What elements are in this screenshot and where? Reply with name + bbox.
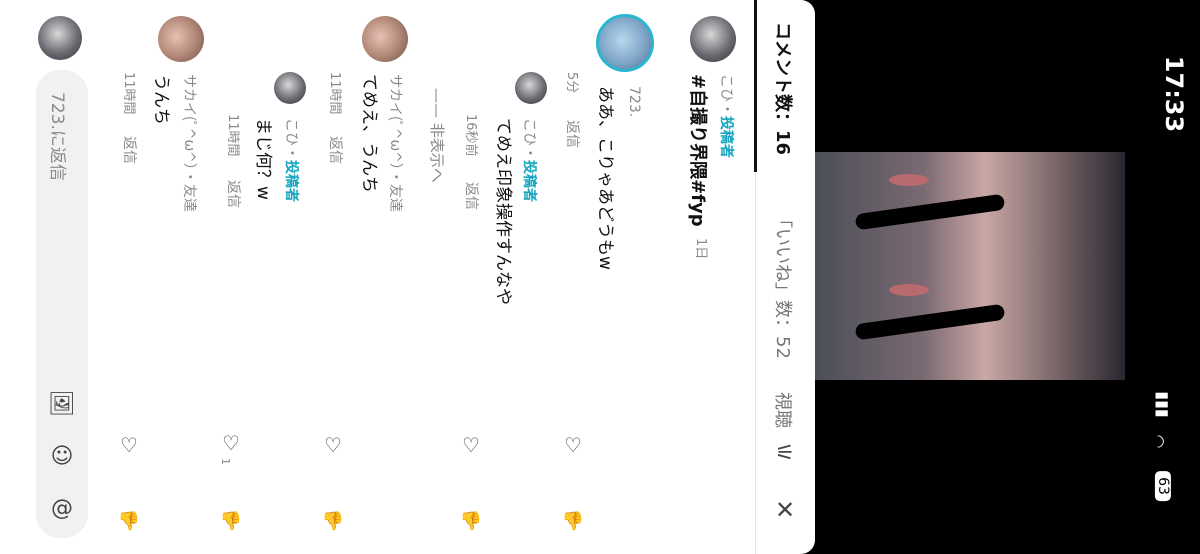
battery-indicator: 63 <box>1154 471 1171 501</box>
reply-time: 11時間 <box>225 114 240 157</box>
active-tab-indicator <box>754 0 757 172</box>
status-time: 17:33 <box>1160 55 1189 133</box>
image-icon[interactable]: 🖼 <box>48 390 76 418</box>
comment-time: 1日 <box>693 238 708 260</box>
reply-text: てめえ印象操作すんなや <box>493 118 513 305</box>
close-icon[interactable]: ✕ <box>770 495 800 525</box>
reply-author[interactable]: 723. <box>626 86 642 117</box>
reply-author[interactable]: こひ・投稿者 <box>282 118 302 202</box>
reply-text: まじ何？w <box>253 118 273 200</box>
dislike-icon[interactable]: 👎 <box>116 508 142 534</box>
heart-icon[interactable]: ♡ <box>320 432 346 458</box>
heart-icon[interactable]: ♡ <box>560 432 586 458</box>
avatar[interactable] <box>158 16 204 62</box>
heart-icon[interactable]: ♡ <box>458 432 484 458</box>
dislike-icon[interactable]: 👎 <box>458 508 484 534</box>
avatar[interactable] <box>362 16 408 62</box>
reply-time: 5分 <box>564 72 579 94</box>
tab-comments[interactable]: コメント数：16 <box>771 22 797 155</box>
comment-author[interactable]: サカイ(ﾟ^ω^）・友達 <box>180 74 200 212</box>
video-frame-top <box>815 152 1125 270</box>
heart-icon[interactable]: ♡ <box>218 430 244 456</box>
comment-author[interactable]: こひ・投稿者 <box>717 74 737 158</box>
reply-author[interactable]: こひ・投稿者 <box>520 118 540 202</box>
reply-button[interactable]: 返信 <box>563 120 583 148</box>
comment-author[interactable]: サカイ(ﾟ^ω^）・友達 <box>386 74 406 212</box>
comment-panel: コメント数：16 「いいね」数：52 視聴 ⚟ ✕ こひ・投稿者 #自撮り界隈#… <box>0 0 815 554</box>
comment-time: 11時間 <box>121 72 136 115</box>
reply-time: 16秒前 <box>463 114 478 157</box>
tab-views[interactable]: 視聴 <box>771 392 797 428</box>
hide-replies-button[interactable]: —— 非表示へ <box>427 88 448 183</box>
emoji-icon[interactable]: ☺ <box>48 442 76 470</box>
video-frame-bottom <box>815 262 1125 380</box>
reply-button[interactable]: 返信 <box>326 136 346 164</box>
reply-button[interactable]: 返信 <box>120 136 140 164</box>
reply-text: ああ、こりゃあどうもw <box>595 86 615 270</box>
avatar[interactable] <box>515 72 547 104</box>
mention-icon[interactable]: @ <box>48 494 76 522</box>
reply-button[interactable]: 返信 <box>224 180 244 208</box>
heart-icon[interactable]: ♡ <box>116 432 142 458</box>
avatar <box>38 16 82 60</box>
dislike-icon[interactable]: 👎 <box>218 508 244 534</box>
avatar[interactable] <box>596 14 654 72</box>
avatar[interactable] <box>274 72 306 104</box>
comment-time: 11時間 <box>327 72 342 115</box>
comment-text: うんち <box>151 74 171 125</box>
wifi-icon: ◠ <box>1149 434 1169 449</box>
like-count: 1 <box>219 458 232 465</box>
sliders-icon[interactable]: ⚟ <box>770 438 800 468</box>
dislike-icon[interactable]: 👎 <box>320 508 346 534</box>
tab-likes[interactable]: 「いいね」数：52 <box>771 210 797 359</box>
signal-icon: ▮▮▮ <box>1153 391 1173 418</box>
avatar[interactable] <box>690 16 736 62</box>
reply-input-placeholder: 723.に返信 <box>47 92 67 181</box>
comment-text: #自撮り界隈#fyp <box>687 74 708 227</box>
comment-text: てめえ、うんち <box>359 74 379 193</box>
dislike-icon[interactable]: 👎 <box>560 508 586 534</box>
reply-button[interactable]: 返信 <box>462 182 482 210</box>
